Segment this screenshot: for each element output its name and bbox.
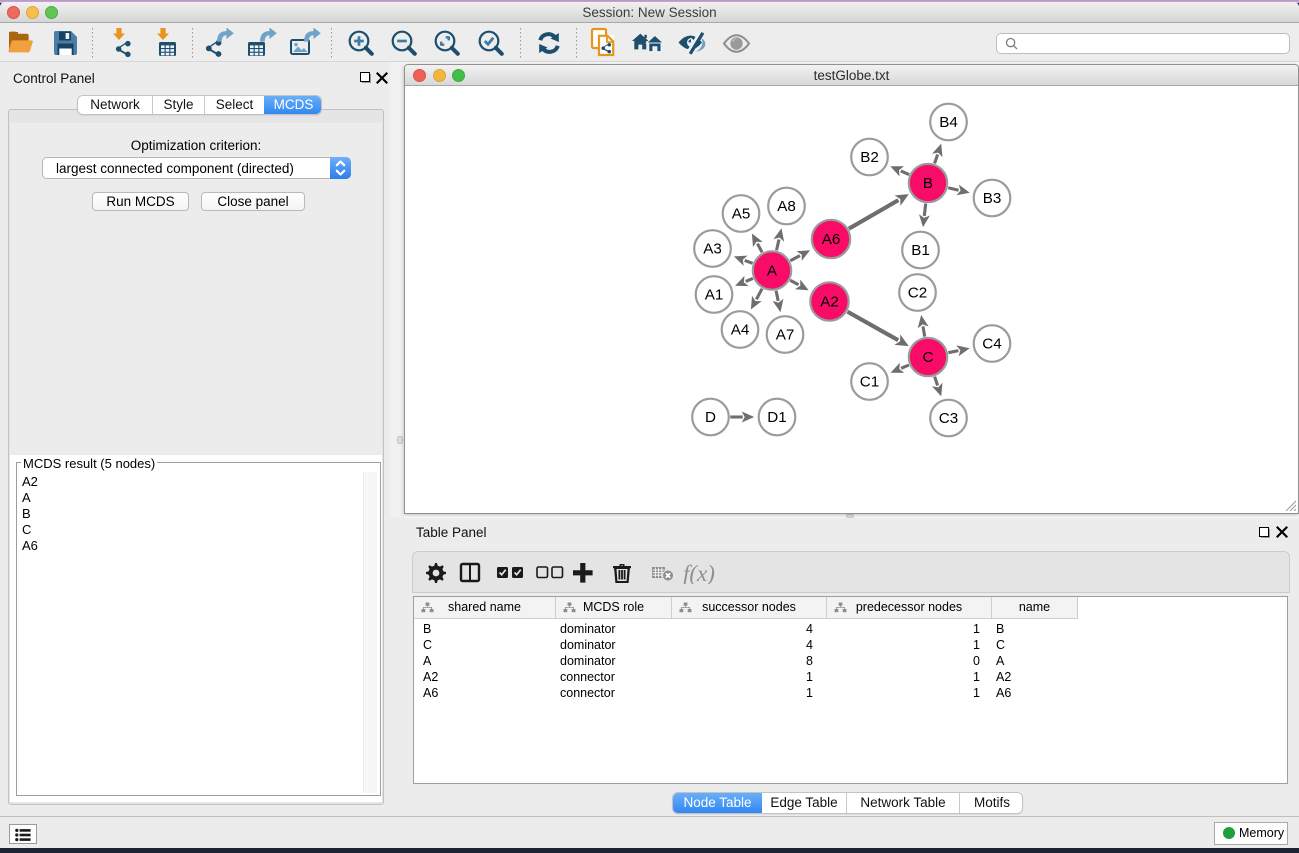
svg-text:A4: A4 <box>731 322 750 339</box>
svg-text:B2: B2 <box>860 149 879 166</box>
svg-text:C2: C2 <box>908 285 927 302</box>
svg-text:f(x): f(x) <box>683 562 715 584</box>
svg-text:A1: A1 <box>705 287 724 304</box>
svg-text:A2: A2 <box>820 294 839 311</box>
svg-text:C4: C4 <box>982 336 1001 353</box>
svg-text:B1: B1 <box>911 242 930 259</box>
svg-text:C1: C1 <box>860 374 879 391</box>
svg-text:A3: A3 <box>703 241 722 258</box>
svg-text:B: B <box>923 175 933 192</box>
svg-text:A6: A6 <box>822 231 841 248</box>
svg-text:B4: B4 <box>939 114 958 131</box>
svg-text:D1: D1 <box>767 409 786 426</box>
svg-text:B3: B3 <box>983 190 1002 207</box>
svg-text:A8: A8 <box>777 198 796 215</box>
svg-text:C3: C3 <box>939 410 958 427</box>
svg-text:C: C <box>923 349 934 366</box>
svg-text:A7: A7 <box>776 327 795 344</box>
svg-text:A5: A5 <box>732 206 751 223</box>
svg-text:D: D <box>705 409 716 426</box>
svg-text:A: A <box>767 263 778 280</box>
